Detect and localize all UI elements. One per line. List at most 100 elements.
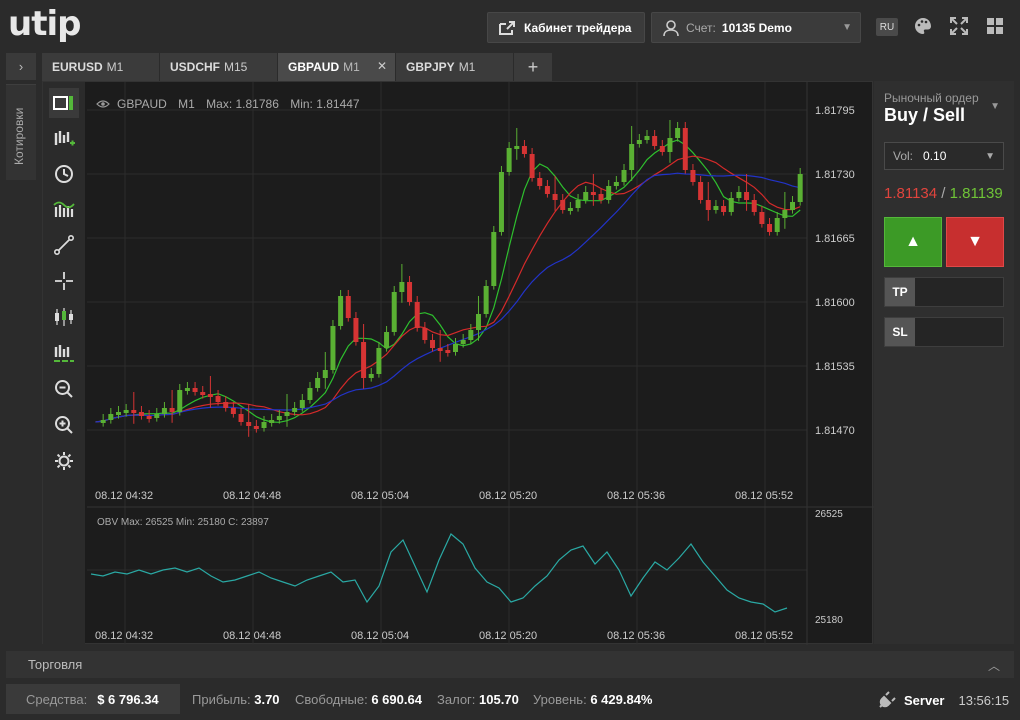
profit-item: Прибыль: 3.70 <box>192 692 280 707</box>
time-tick-label: 08.12 05:04 <box>351 490 409 502</box>
buy-button[interactable]: ▲ <box>884 217 942 267</box>
candle-body <box>407 282 413 302</box>
candle-body <box>384 332 390 348</box>
chevron-down-icon[interactable]: ▼ <box>990 101 1000 112</box>
obv-time-tick-label: 08.12 05:52 <box>735 630 793 642</box>
candle-body <box>751 200 757 212</box>
quotes-panel-tab[interactable]: Котировки <box>6 84 36 180</box>
candle-body <box>567 208 573 211</box>
take-profit-field[interactable]: TP <box>884 277 1004 307</box>
candle-body <box>376 348 382 374</box>
legend-symbol: GBPAUD <box>117 97 167 111</box>
tab-timeframe: M1 <box>343 60 360 74</box>
eye-icon[interactable] <box>96 100 110 108</box>
profit-label: Прибыль: <box>192 692 251 707</box>
settings-tool[interactable] <box>49 446 79 476</box>
account-select[interactable]: Счет: 10135 Demo ▼ <box>651 12 861 43</box>
tab-usdchf[interactable]: USDCHF M15 <box>160 53 278 81</box>
funds-value: $ 6 796.34 <box>97 691 159 707</box>
chevron-right-icon: › <box>18 59 24 74</box>
zoom-in-tool[interactable] <box>49 410 79 440</box>
price-chart[interactable]: 1.81795 1.81730 1.81665 1.81600 1.81535 1.814… <box>87 82 874 645</box>
candle-body <box>207 394 213 397</box>
trendline-icon <box>54 235 74 255</box>
legend-min: Min: 1.81447 <box>290 97 360 111</box>
plus-icon: + <box>527 56 539 77</box>
bid-price: 1.81134 <box>884 185 938 202</box>
candle-body <box>345 296 351 318</box>
close-icon[interactable]: ✕ <box>377 59 387 73</box>
order-panel: Рыночный ордер Buy / Sell ▼ Vol: 0.10 ▼ … <box>874 81 1014 644</box>
clock-time: 13:56:15 <box>958 692 1010 708</box>
indicator-add-icon <box>54 131 75 146</box>
time-tick-label: 08.12 04:32 <box>95 490 153 502</box>
chart-type-tool[interactable] <box>49 88 79 118</box>
volume-select[interactable]: Vol: 0.10 ▼ <box>884 142 1004 170</box>
legend-max: Max: 1.81786 <box>206 97 279 111</box>
candle-body <box>315 378 321 388</box>
candle-body <box>521 146 527 154</box>
candle-body <box>705 200 711 210</box>
server-status[interactable]: Server 13:56:15 <box>878 691 1009 709</box>
fullscreen-icon[interactable] <box>948 15 970 37</box>
palette-icon[interactable] <box>912 15 934 37</box>
candle-body <box>690 170 696 182</box>
candle-body <box>414 302 420 328</box>
order-title[interactable]: Buy / Sell <box>884 105 965 126</box>
indicator-tool[interactable] <box>49 194 79 224</box>
trendline-tool[interactable] <box>49 230 79 260</box>
obv-tick-label: 25180 <box>815 615 843 626</box>
chevron-up-icon[interactable]: ︿ <box>988 657 1000 674</box>
free-value: 6 690.64 <box>371 692 422 707</box>
language-button[interactable]: RU <box>876 18 898 36</box>
chart-toolbar <box>43 82 85 645</box>
candle-body <box>123 410 129 413</box>
obv-time-tick-label: 08.12 05:20 <box>479 630 537 642</box>
candle-body <box>460 340 466 344</box>
stop-loss-field[interactable]: SL <box>884 317 1004 347</box>
obv-legend: OBV Max: 26525 Min: 25180 C: 23897 <box>97 517 269 528</box>
volume-tool[interactable] <box>49 338 79 368</box>
candle-body <box>422 328 428 340</box>
trading-label: Торговля <box>28 657 83 672</box>
tab-eurusd[interactable]: EURUSD M1 <box>42 53 160 81</box>
candle-body <box>284 412 290 416</box>
candle-body <box>299 400 305 408</box>
candle-body <box>391 292 397 332</box>
candle-body <box>353 318 359 342</box>
zoom-out-tool[interactable] <box>49 374 79 404</box>
candle-body <box>713 206 719 210</box>
candle-body <box>468 330 474 340</box>
price-tick-label: 1.81730 <box>815 169 855 181</box>
sidebar-toggle-button[interactable]: › <box>6 53 36 80</box>
tab-symbol: GBPAUD <box>288 60 340 74</box>
bid-ask-prices: 1.81134 / 1.81139 <box>884 185 1003 202</box>
candle-body <box>590 192 596 195</box>
time-tick-label: 08.12 05:52 <box>735 490 793 502</box>
tab-gbpjpy[interactable]: GBPJPY M1 <box>396 53 514 81</box>
candlestick-icon <box>55 308 73 326</box>
timeframe-tool[interactable] <box>49 159 79 189</box>
clock-icon <box>55 165 73 183</box>
tab-timeframe: M1 <box>106 60 124 74</box>
crosshair-icon <box>55 272 73 290</box>
candle-type-icon <box>53 96 73 110</box>
trader-cabinet-button[interactable]: Кабинет трейдера <box>487 12 645 43</box>
candlestick-tool[interactable] <box>49 302 79 332</box>
time-tick-label: 08.12 04:48 <box>223 490 281 502</box>
tab-timeframe: M15 <box>224 60 248 74</box>
candle-body <box>253 426 259 429</box>
crosshair-tool[interactable] <box>49 266 79 296</box>
candle-body <box>790 202 796 210</box>
tab-gbpaud[interactable]: GBPAUD M1 ✕ <box>278 53 396 81</box>
layout-grid-icon[interactable] <box>984 15 1006 37</box>
candle-body <box>774 218 780 232</box>
candle-body <box>598 194 604 200</box>
trading-panel-bar[interactable]: Торговля ︿ <box>6 651 1014 678</box>
add-indicator-tool[interactable] <box>49 124 79 154</box>
candle-body <box>728 198 734 212</box>
candle-body <box>514 146 520 149</box>
candle-body <box>338 296 344 326</box>
add-tab-button[interactable]: + <box>514 53 552 81</box>
sell-button[interactable]: ▼ <box>946 217 1004 267</box>
